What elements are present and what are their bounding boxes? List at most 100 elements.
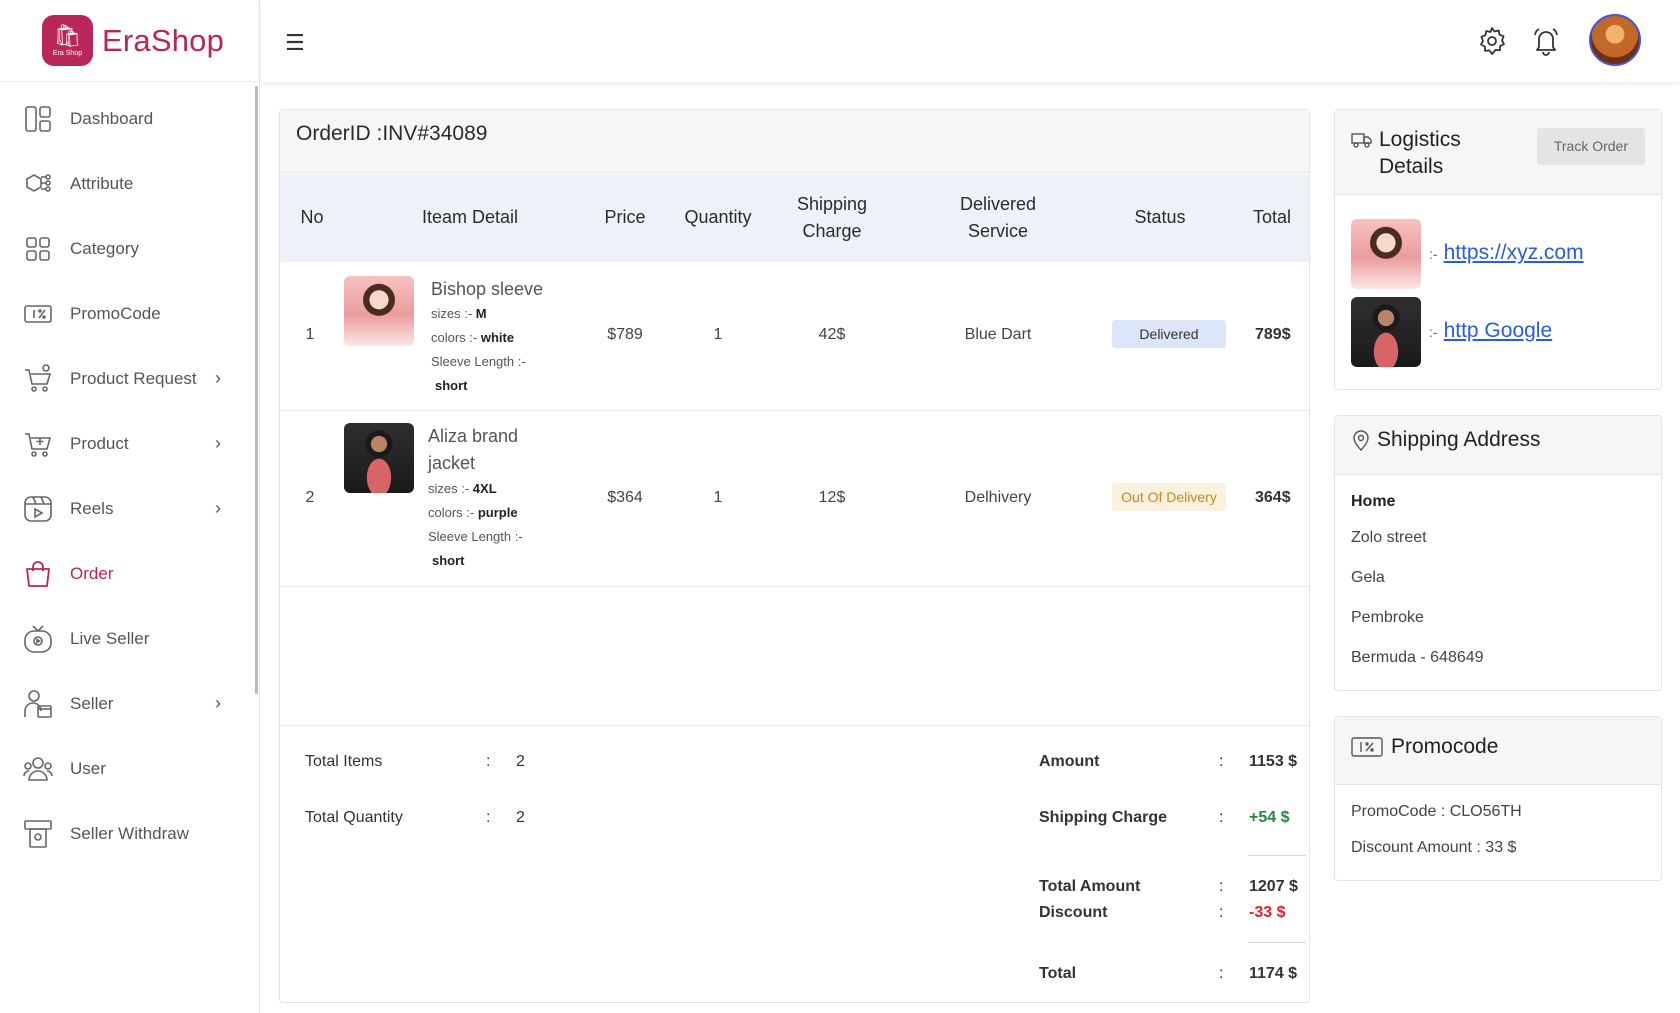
column-header-shipping-charge: Shipping Charge	[796, 194, 868, 241]
colon: :	[1219, 878, 1224, 895]
amount-label: Amount	[1039, 753, 1100, 770]
grand-total-label: Total	[1039, 965, 1077, 982]
order-details-card: OrderID :INV#34089 No Iteam Detail Price…	[279, 109, 1310, 1003]
discount-amount: Discount Amount : 33 $	[1351, 839, 1517, 856]
column-header-no: No	[300, 207, 324, 227]
shop-bag-logo-icon: 🛍 Era Shop	[42, 15, 93, 66]
logistics-link[interactable]: :- https://xyz.com	[1429, 241, 1584, 265]
cart-icon	[22, 428, 54, 460]
total-items-label: Total Items	[305, 753, 383, 770]
sidebar-nav: Dashboard Attribute Category PromoCode P…	[0, 86, 258, 890]
promocode-icon	[22, 298, 54, 330]
column-header-quantity: Quantity	[684, 207, 752, 227]
sidebar-item-label: Product Request	[70, 368, 197, 388]
address-line: Pembroke	[1351, 609, 1424, 626]
sidebar-item-label: Seller Withdraw	[70, 823, 190, 843]
row-total: 789$	[1255, 326, 1291, 343]
product-color: colors :- purple	[428, 505, 518, 520]
column-header-delivered-service: Delivered Service	[959, 194, 1037, 241]
product-name: Aliza brand jacket	[428, 426, 519, 473]
topbar: ☰	[261, 0, 1680, 82]
chevron-right-icon: ›	[215, 368, 221, 388]
shipping-address-title: Shipping Address	[1377, 428, 1541, 451]
sidebar-item-label: PromoCode	[70, 303, 161, 323]
logistics-card: Logistics Details Track Order :- https://…	[1334, 109, 1662, 390]
sidebar-item-attribute[interactable]: Attribute	[0, 151, 258, 216]
product-sleeve-label: Sleeve Length :-	[428, 529, 523, 544]
sidebar: 🛍 Era Shop EraShop Dashboard Attribute C…	[0, 0, 260, 1013]
product-color: colors :- white	[431, 330, 515, 345]
status-badge: Out Of Delivery	[1112, 483, 1226, 511]
total-items-value: 2	[516, 753, 525, 770]
row-number: 2	[305, 489, 315, 506]
sidebar-item-user[interactable]: User	[0, 736, 258, 801]
promocode-icon	[1351, 736, 1383, 758]
grand-total-value: 1174 $	[1249, 965, 1298, 982]
sidebar-item-seller-withdraw[interactable]: Seller Withdraw	[0, 801, 258, 866]
gear-icon[interactable]	[1477, 26, 1507, 56]
link-separator: :-	[1429, 324, 1438, 340]
sidebar-item-seller[interactable]: Seller ›	[0, 671, 258, 736]
logistics-link[interactable]: :- http Google	[1429, 319, 1552, 343]
discount-label: Discount	[1039, 904, 1108, 921]
order-table-header: No Iteam Detail Price Quantity Shipping …	[280, 174, 1309, 262]
seller-icon	[22, 688, 54, 720]
product-image[interactable]	[344, 423, 414, 493]
link-separator: :-	[1429, 246, 1438, 262]
logistics-product-image[interactable]	[1351, 219, 1421, 289]
promocode-title: Promocode	[1391, 735, 1499, 758]
sidebar-item-label: Attribute	[70, 173, 134, 193]
promocode-header: Promocode	[1335, 717, 1661, 785]
row-price: $789	[607, 326, 643, 343]
order-bag-icon	[22, 558, 54, 590]
sidebar-item-dashboard[interactable]: Dashboard	[0, 86, 258, 151]
attribute-icon	[22, 168, 54, 200]
live-tv-icon	[22, 623, 54, 655]
location-pin-icon	[1351, 429, 1371, 452]
track-order-button[interactable]: Track Order	[1536, 128, 1645, 165]
colon: :	[1219, 753, 1224, 770]
bell-icon[interactable]	[1531, 26, 1561, 56]
colon: :	[1219, 904, 1224, 921]
row-delivery-service: Blue Dart	[964, 326, 1032, 343]
logistics-title: Logistics Details	[1379, 128, 1461, 178]
sidebar-item-category[interactable]: Category	[0, 216, 258, 281]
product-sleeve-value: short	[432, 553, 465, 568]
address-line: Gela	[1351, 569, 1385, 586]
sidebar-item-reels[interactable]: Reels ›	[0, 476, 258, 541]
sidebar-item-label: Category	[70, 238, 139, 258]
brand-logo[interactable]: 🛍 Era Shop EraShop	[0, 0, 259, 82]
colon: :	[486, 809, 491, 826]
sidebar-item-promocode[interactable]: PromoCode	[0, 281, 258, 346]
row-delivery-service: Delhivery	[964, 489, 1032, 506]
total-quantity-value: 2	[516, 809, 525, 826]
sidebar-item-label: Live Seller	[70, 628, 150, 648]
colon: :	[486, 753, 491, 770]
sidebar-item-product[interactable]: Product ›	[0, 411, 258, 476]
row-quantity: 1	[713, 326, 723, 343]
chevron-right-icon: ›	[215, 693, 221, 713]
logistics-product-image[interactable]	[1351, 297, 1421, 367]
summary-rule	[1248, 942, 1306, 943]
shipping-charge-label: Shipping Charge	[1039, 809, 1167, 826]
hamburger-icon[interactable]: ☰	[285, 30, 305, 56]
column-header-total: Total	[1252, 207, 1292, 227]
sidebar-item-live-seller[interactable]: Live Seller	[0, 606, 258, 671]
address-type: Home	[1351, 493, 1396, 510]
row-price: $364	[607, 489, 643, 506]
product-size: sizes :- M	[431, 306, 487, 321]
summary-divider	[280, 725, 1309, 726]
status-badge: Delivered	[1112, 320, 1226, 348]
product-image[interactable]	[344, 276, 414, 346]
user-avatar[interactable]	[1589, 14, 1641, 66]
sidebar-item-order[interactable]: Order	[0, 541, 258, 606]
sidebar-item-label: Order	[70, 563, 114, 583]
sidebar-item-product-request[interactable]: Product Request ›	[0, 346, 258, 411]
order-id-title: OrderID :INV#34089	[280, 110, 1309, 173]
column-header-item-detail: Iteam Detail	[421, 207, 519, 227]
total-amount-label: Total Amount	[1039, 878, 1141, 895]
total-quantity-label: Total Quantity	[305, 809, 403, 826]
colon: :	[1219, 809, 1224, 826]
table-row: 2 Aliza brand jacket sizes :- 4XL colors…	[280, 411, 1309, 587]
summary-rule	[1248, 855, 1306, 856]
